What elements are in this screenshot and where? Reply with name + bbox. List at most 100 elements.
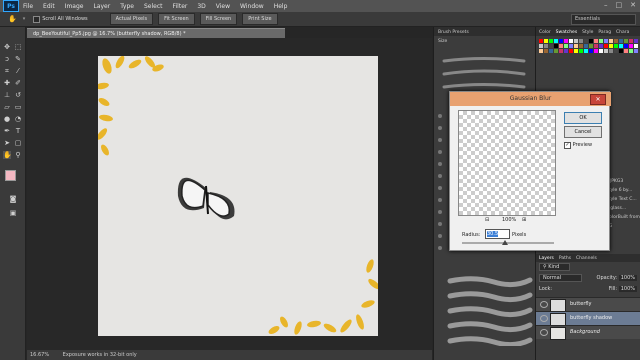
cancel-button[interactable]: Cancel <box>564 126 602 138</box>
kind-label: Kind <box>548 264 560 270</box>
foreground-color-swatch[interactable] <box>5 170 16 181</box>
swatch <box>604 49 608 53</box>
photoshop-logo: Ps <box>3 0 19 12</box>
stamp-tool-icon[interactable]: ⊥ <box>3 91 11 99</box>
history-brush-tool-icon[interactable]: ↺ <box>14 91 22 99</box>
blur-preview[interactable] <box>458 110 556 216</box>
layer-row-selected[interactable]: butterfly shadow <box>536 311 640 326</box>
menu-3d[interactable]: 3D <box>197 3 205 10</box>
menu-type[interactable]: Type <box>120 3 134 10</box>
history-item[interactable]: ColorBuilt from 8G <box>606 213 640 231</box>
tool-preset-dropdown-icon[interactable]: ▾ <box>23 16 26 22</box>
quick-mask-icon[interactable]: ◙ <box>9 195 17 203</box>
lasso-tool-icon[interactable]: ↄ <box>3 55 11 63</box>
menu-help[interactable]: Help <box>274 3 288 10</box>
swatch <box>549 49 553 53</box>
eraser-tool-icon[interactable]: ▱ <box>3 103 11 111</box>
quick-select-tool-icon[interactable]: ✎ <box>14 55 22 63</box>
pen-tool-icon[interactable]: ✒ <box>3 127 11 135</box>
history-item[interactable]: Style Text C... <box>606 195 640 204</box>
fill-screen-button[interactable]: Fill Screen <box>199 13 238 25</box>
menu-bar: Ps File Edit Image Layer Type Select Fil… <box>0 0 640 12</box>
gradient-tool-icon[interactable]: ▭ <box>14 103 22 111</box>
ok-button[interactable]: OK <box>564 112 602 124</box>
menu-select[interactable]: Select <box>144 3 163 10</box>
swatch <box>604 39 608 43</box>
fit-screen-button[interactable]: Fit Screen <box>158 13 195 25</box>
visibility-eye-icon[interactable] <box>540 329 548 336</box>
history-list: MJPKG3 Style 6 by... Style Text C... 1 g… <box>606 177 640 231</box>
swatch <box>614 44 618 48</box>
swatch <box>549 39 553 43</box>
visibility-eye-icon[interactable] <box>540 315 548 322</box>
crop-tool-icon[interactable]: ⌗ <box>3 67 11 75</box>
swatch <box>559 39 563 43</box>
shape-tool-icon[interactable]: ▢ <box>14 139 22 147</box>
history-item[interactable]: Style 6 by... <box>606 186 640 195</box>
tab-channels[interactable]: Channels <box>576 255 597 263</box>
menu-file[interactable]: File <box>23 3 33 10</box>
swatch-grid[interactable] <box>536 36 640 66</box>
move-tool-icon[interactable]: ✥ <box>3 43 11 51</box>
menu-view[interactable]: View <box>216 3 230 10</box>
swatch <box>554 49 558 53</box>
radius-input[interactable]: 30.5 <box>485 229 510 239</box>
menu-window[interactable]: Window <box>240 3 264 10</box>
workspace-switcher[interactable]: Essentials <box>571 13 636 25</box>
radius-slider-handle[interactable] <box>502 240 508 245</box>
healing-tool-icon[interactable]: ✚ <box>3 79 11 87</box>
history-item[interactable]: MJPKG3 <box>606 177 640 186</box>
path-select-tool-icon[interactable]: ➤ <box>3 139 11 147</box>
dialog-close-button[interactable]: ✕ <box>590 94 606 105</box>
layer-row[interactable]: Background <box>536 325 640 340</box>
preview-checkbox[interactable]: ✓ <box>564 142 571 149</box>
opacity-field[interactable]: 100% <box>618 275 637 281</box>
swatch <box>629 49 633 53</box>
menu-layer[interactable]: Layer <box>93 3 110 10</box>
dialog-title: Gaussian Blur <box>450 92 611 106</box>
swatch <box>539 44 543 48</box>
hand-tool-icon[interactable]: ✋ <box>8 15 17 23</box>
screen-mode-icon[interactable]: ▣ <box>9 209 17 217</box>
zoom-readout[interactable]: 16.67% <box>30 352 49 358</box>
swatch <box>584 44 588 48</box>
marquee-tool-icon[interactable]: ⬚ <box>14 43 22 51</box>
close-window-button[interactable]: ✕ <box>630 1 636 9</box>
type-tool-icon[interactable]: T <box>14 127 22 135</box>
scroll-all-checkbox[interactable] <box>33 15 41 23</box>
radius-unit: Pixels <box>512 232 527 238</box>
fill-field[interactable]: 100% <box>618 286 637 292</box>
menu-image[interactable]: Image <box>65 3 84 10</box>
maximize-button[interactable]: □ <box>616 1 623 9</box>
swatch <box>589 49 593 53</box>
swatch <box>559 44 563 48</box>
hand-tool-icon-active[interactable]: ✋ <box>3 151 12 159</box>
brush-tool-icon[interactable]: ✐ <box>14 79 22 87</box>
zoom-tool-icon[interactable]: ⚲ <box>14 151 22 159</box>
radius-slider-track[interactable] <box>462 242 554 244</box>
visibility-eye-icon[interactable] <box>540 301 548 308</box>
print-size-button[interactable]: Print Size <box>242 13 278 25</box>
document-canvas[interactable] <box>95 55 380 336</box>
opacity-label: Opacity: <box>596 275 618 281</box>
swatch <box>569 44 573 48</box>
dodge-tool-icon[interactable]: ◔ <box>14 115 22 123</box>
history-item[interactable]: 1 glass... <box>606 204 640 213</box>
eyedropper-tool-icon[interactable]: ⁄ <box>14 67 22 75</box>
swatch <box>609 39 613 43</box>
menu-edit[interactable]: Edit <box>43 3 55 10</box>
layer-name: butterfly shadow <box>570 315 613 321</box>
swatch <box>599 44 603 48</box>
filter-kind-dropdown[interactable]: ⚲ Kind <box>539 263 571 271</box>
minimize-button[interactable]: – <box>604 1 608 9</box>
swatch <box>594 39 598 43</box>
swatch <box>624 39 628 43</box>
actual-pixels-button[interactable]: Actual Pixels <box>109 13 154 25</box>
blur-tool-icon[interactable]: ● <box>3 115 11 123</box>
menu-filter[interactable]: Filter <box>173 3 188 10</box>
zoom-out-button[interactable]: ⊟ <box>485 217 489 223</box>
document-tab[interactable]: dp_BeeYoutiful_Pp5.jpg @ 16.7% (butterfl… <box>27 28 285 38</box>
zoom-in-button[interactable]: ⊞ <box>522 217 526 223</box>
blend-mode-dropdown[interactable]: Normal <box>539 274 583 282</box>
layer-row[interactable]: butterfly <box>536 297 640 312</box>
